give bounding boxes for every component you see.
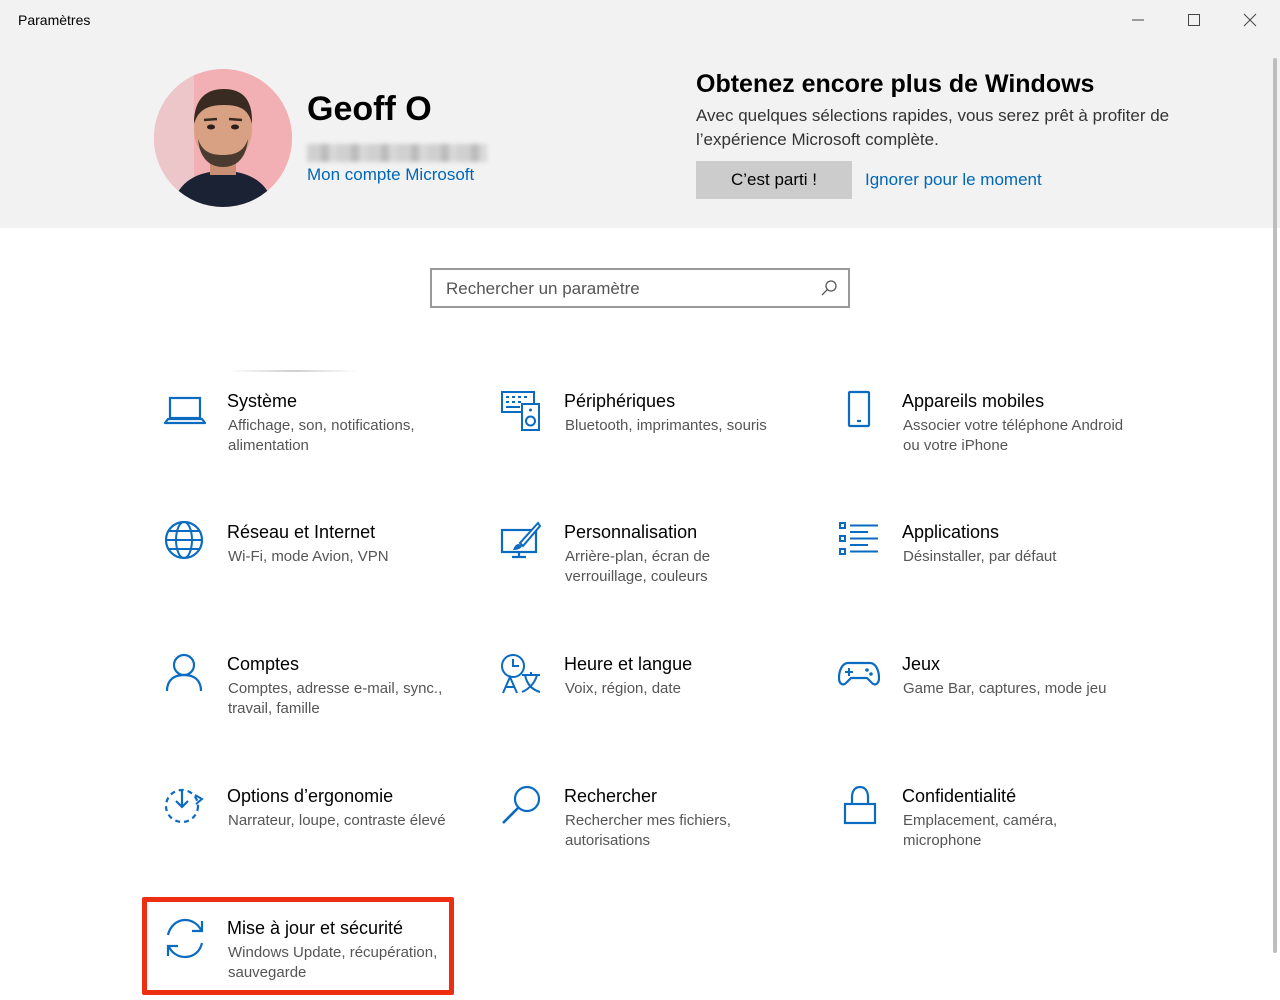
minimize-icon (1132, 19, 1144, 21)
person-icon (163, 653, 207, 697)
settings-search-input[interactable] (446, 278, 806, 300)
tile-description: Arrière-plan, écran de verrouillage, cou… (565, 548, 711, 585)
tile-network-internet[interactable]: Réseau et Internet Wi-Fi, mode Avion, VP… (163, 520, 473, 613)
search-icon[interactable] (820, 279, 838, 297)
tile-description: Bluetooth, imprimantes, souris (565, 417, 767, 434)
tile-description: Wi-Fi, mode Avion, VPN (228, 548, 389, 565)
tile-search[interactable]: Rechercher Rechercher mes fichiers, auto… (500, 785, 810, 877)
tile-description: Comptes, adresse e-mail, sync., travail,… (228, 680, 443, 717)
tile-title: Options d’ergonomie (227, 786, 394, 806)
title-bar: Paramètres (0, 0, 1280, 42)
maximize-icon (1188, 14, 1200, 26)
tile-title: Applications (902, 522, 1000, 542)
tile-ease-of-access[interactable]: Options d’ergonomie Narrateur, loupe, co… (163, 785, 473, 877)
maximize-button[interactable] (1166, 4, 1222, 36)
time-language-icon (500, 653, 544, 697)
tile-title: Jeux (902, 654, 941, 674)
tile-title: Appareils mobiles (902, 391, 1045, 411)
tile-personalization[interactable]: Personnalisation Arrière-plan, écran de … (500, 521, 810, 613)
tile-title: Heure et langue (564, 654, 693, 674)
tile-title: Réseau et Internet (227, 522, 376, 542)
tile-title: Système (227, 391, 298, 411)
user-name: Geoff O (307, 90, 432, 128)
devices-icon (500, 390, 544, 434)
tile-system[interactable]: Système Affichage, son, notifications, a… (163, 390, 473, 482)
settings-search-box[interactable] (430, 268, 850, 308)
tile-description: Narrateur, loupe, contraste élevé (228, 812, 446, 829)
skip-for-now-link[interactable]: Ignorer pour le moment (865, 170, 1042, 190)
ease-of-access-icon (163, 785, 207, 829)
tile-time-language[interactable]: Heure et langue Voix, région, date (500, 653, 810, 745)
tile-title: Personnalisation (564, 522, 698, 542)
avatar[interactable] (154, 69, 292, 207)
blurred-email (307, 144, 487, 162)
close-button[interactable] (1222, 4, 1278, 36)
tile-accounts[interactable]: Comptes Comptes, adresse e-mail, sync., … (163, 653, 473, 745)
tile-mobile-devices[interactable]: Appareils mobiles Associer votre télépho… (838, 390, 1148, 482)
tile-title: Périphériques (564, 391, 676, 411)
highlight-frame (142, 897, 454, 995)
close-icon (1243, 13, 1257, 27)
get-started-button[interactable]: C’est parti ! (696, 161, 852, 199)
tile-description: Désinstaller, par défaut (903, 548, 1057, 565)
tile-description: Game Bar, captures, mode jeu (903, 680, 1107, 697)
tile-title: Confidentialité (902, 786, 1017, 806)
phone-icon (838, 390, 882, 434)
lock-icon (838, 785, 882, 829)
tile-title: Rechercher (564, 786, 658, 806)
promo-text: Avec quelques sélections rapides, vous s… (696, 106, 1170, 149)
tile-description: Affichage, son, notifications, alimentat… (228, 417, 415, 454)
tile-devices[interactable]: Périphériques Bluetooth, imprimantes, so… (500, 390, 810, 482)
laptop-icon (163, 390, 207, 434)
minimize-button[interactable] (1110, 4, 1166, 36)
gamepad-icon (837, 653, 882, 697)
account-banner: Geoff O Mon compte Microsoft Obtenez enc… (0, 42, 1280, 228)
tile-description: Associer votre téléphone Android ou votr… (903, 417, 1124, 454)
promo-title: Obtenez encore plus de Windows (696, 70, 1095, 98)
microsoft-account-link[interactable]: Mon compte Microsoft (307, 165, 474, 185)
tile-title: Comptes (227, 654, 300, 674)
avatar-portrait-icon (154, 69, 292, 207)
paintbrush-icon (500, 521, 544, 565)
tile-applications[interactable]: Applications Désinstaller, par défaut (838, 521, 1148, 613)
tile-description: Rechercher mes fichiers, autorisations (565, 812, 731, 849)
tile-description: Voix, région, date (565, 680, 681, 697)
window-title: Paramètres (18, 12, 91, 28)
tile-privacy[interactable]: Confidentialité Emplacement, caméra, mic… (838, 785, 1148, 877)
divider (228, 370, 358, 372)
globe-icon (163, 520, 207, 565)
app-list-icon (838, 521, 882, 565)
search-icon (500, 785, 544, 829)
vertical-scrollbar[interactable] (1273, 58, 1277, 953)
tile-gaming[interactable]: Jeux Game Bar, captures, mode jeu (837, 653, 1148, 745)
tile-description: Emplacement, caméra, microphone (903, 812, 1058, 849)
